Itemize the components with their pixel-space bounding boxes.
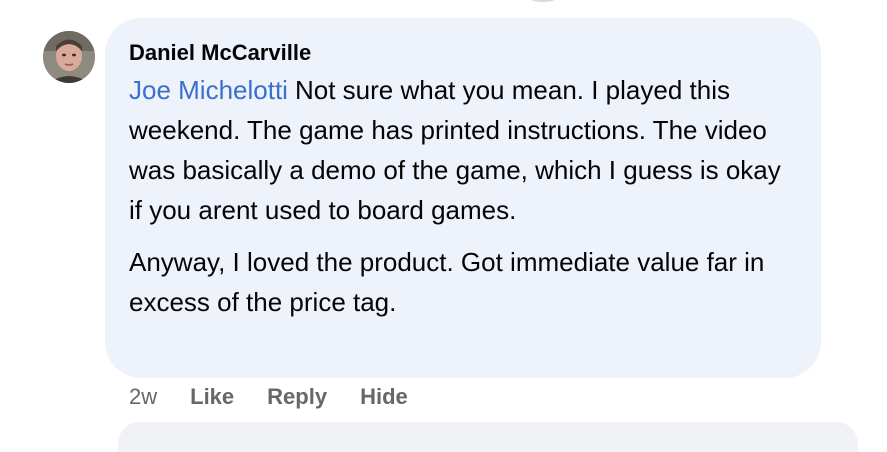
comment-actions: 2w Like Reply Hide bbox=[129, 383, 408, 411]
comment-timestamp[interactable]: 2w bbox=[129, 383, 157, 411]
previous-element-edge bbox=[528, 0, 558, 2]
avatar[interactable] bbox=[43, 31, 95, 83]
next-comment-edge bbox=[118, 422, 858, 452]
comment-paragraph-2: Anyway, I loved the product. Got immedia… bbox=[129, 247, 765, 317]
like-button[interactable]: Like bbox=[190, 383, 234, 411]
comment-paragraph-1: Joe Michelotti Not sure what you mean. I … bbox=[129, 70, 797, 230]
hide-button[interactable]: Hide bbox=[360, 383, 408, 411]
comment-author[interactable]: Daniel McCarville bbox=[129, 40, 797, 66]
reply-button[interactable]: Reply bbox=[267, 383, 327, 411]
comment-bubble: Daniel McCarville Joe Michelotti Not sure… bbox=[105, 18, 821, 378]
mention-link[interactable]: Joe Michelotti bbox=[129, 75, 288, 105]
profile-photo bbox=[43, 31, 95, 83]
